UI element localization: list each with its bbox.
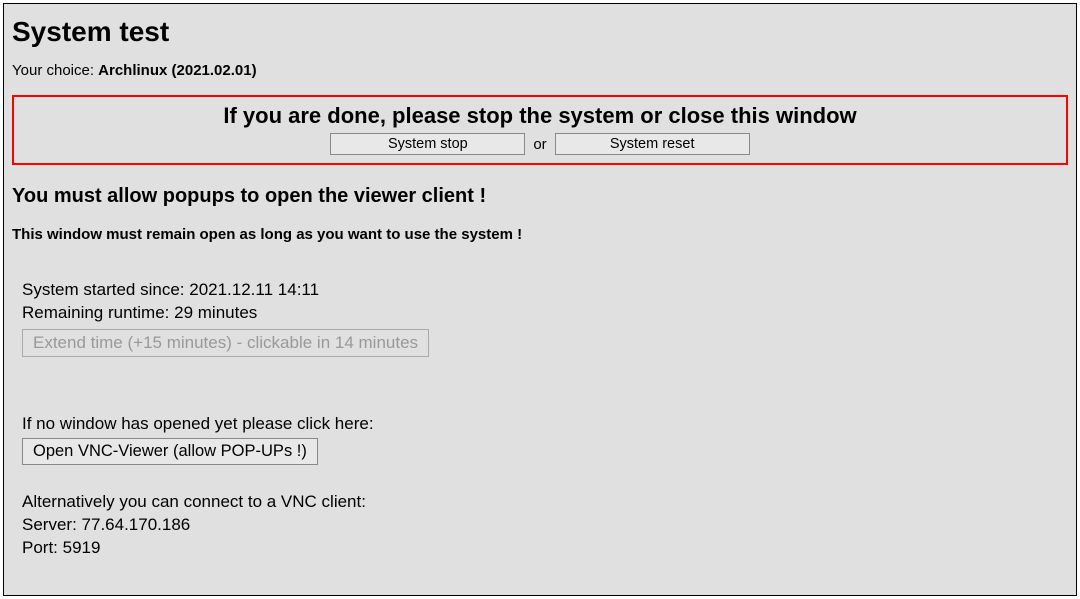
extend-time-button: Extend time (+15 minutes) - clickable in… [22,329,429,357]
alt-text: Alternatively you can connect to a VNC c… [22,491,1068,514]
remaining-line: Remaining runtime: 29 minutes [22,302,1068,325]
port-line: Port: 5919 [22,537,1068,560]
or-label: or [525,136,554,153]
choice-line: Your choice: Archlinux (2021.02.01) [12,62,1068,79]
page-title: System test [12,16,1068,48]
port-value: 5919 [63,538,101,557]
started-prefix: System started since: [22,280,189,299]
done-heading: If you are done, please stop the system … [18,103,1062,129]
no-window-text: If no window has opened yet please click… [22,413,1068,436]
server-prefix: Server: [22,515,82,534]
remain-open-text: This window must remain open as long as … [12,226,1068,243]
remaining-prefix: Remaining runtime: [22,303,174,322]
choice-value: Archlinux (2021.02.01) [98,62,256,79]
status-block: System started since: 2021.12.11 14:11 R… [12,279,1068,357]
popups-heading: You must allow popups to open the viewer… [12,185,1068,208]
vnc-section: If no window has opened yet please click… [12,413,1068,465]
alt-section: Alternatively you can connect to a VNC c… [12,491,1068,560]
server-line: Server: 77.64.170.186 [22,514,1068,537]
system-stop-button[interactable]: System stop [330,133,525,155]
remaining-value: 29 minutes [174,303,257,322]
main-container: System test Your choice: Archlinux (2021… [3,3,1077,596]
choice-prefix: Your choice: [12,62,98,79]
done-box: If you are done, please stop the system … [12,95,1068,165]
port-prefix: Port: [22,538,63,557]
system-reset-button[interactable]: System reset [555,133,750,155]
server-value: 77.64.170.186 [82,515,191,534]
started-value: 2021.12.11 14:11 [189,280,319,299]
open-vnc-viewer-button[interactable]: Open VNC-Viewer (allow POP-UPs !) [22,438,318,465]
done-button-row: System stop or System reset [330,133,749,155]
started-line: System started since: 2021.12.11 14:11 [22,279,1068,302]
